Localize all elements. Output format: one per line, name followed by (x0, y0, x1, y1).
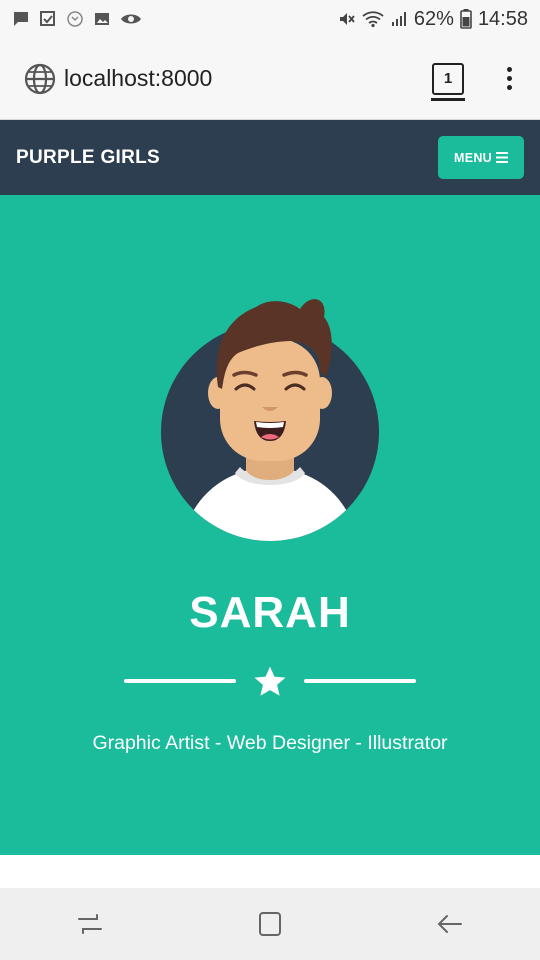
brand-link[interactable]: PURPLE GIRLS (16, 147, 160, 169)
url-field[interactable]: localhost:8000 (64, 65, 212, 92)
back-icon[interactable] (435, 909, 465, 939)
menu-button[interactable]: MENU (438, 136, 524, 179)
system-status: 62% 14:58 (338, 8, 528, 31)
battery-icon (460, 9, 472, 29)
image-icon (95, 13, 109, 25)
hamburger-icon (496, 152, 508, 163)
divider-line-right (304, 679, 416, 683)
tab-count: 1 (443, 70, 453, 87)
battery-percent: 62% (413, 7, 454, 30)
checkbox-icon (40, 11, 55, 26)
system-navigation-bar (0, 888, 540, 960)
status-bar: 62% 14:58 (0, 0, 540, 38)
recents-icon[interactable] (75, 909, 105, 939)
browser-address-bar: localhost:8000 1 (0, 38, 540, 120)
site-navbar: PURPLE GIRLS MENU (0, 120, 540, 195)
notification-icons (12, 10, 142, 28)
profile-subtitle: Graphic Artist - Web Designer - Illustra… (92, 732, 448, 754)
wifi-icon (362, 11, 384, 28)
signal-icon (391, 12, 406, 26)
eye-icon (121, 14, 141, 24)
clock: 14:58 (477, 7, 528, 30)
mute-icon (339, 13, 355, 25)
masthead: SARAH Graphic Artist - Web Designer - Il… (0, 195, 540, 855)
menu-label: MENU (453, 150, 492, 165)
overflow-menu-icon[interactable] (494, 64, 524, 94)
avatar-illustration (161, 299, 379, 541)
message-icon (14, 12, 28, 26)
divider-line-left (124, 679, 236, 683)
globe-icon (24, 63, 56, 94)
home-icon[interactable] (255, 909, 285, 939)
star-icon (254, 666, 286, 696)
missed-call-icon (67, 11, 83, 27)
star-divider (124, 665, 416, 699)
profile-name: SARAH (189, 588, 351, 637)
tab-switcher-button[interactable]: 1 (431, 62, 465, 101)
